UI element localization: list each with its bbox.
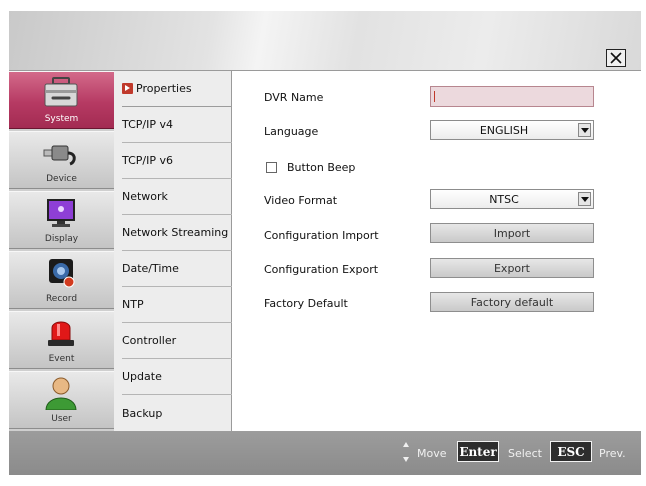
category-rail: System Device Display Record Event User [9, 71, 114, 431]
submenu-item-tcpip-v6[interactable]: TCP/IP v6 [122, 143, 232, 179]
button-beep-checkbox[interactable] [266, 162, 277, 173]
alarm-siren-icon [48, 321, 74, 346]
rail-label-device: Device [46, 174, 77, 184]
esc-key-badge: ESC [550, 441, 592, 462]
submenu-label: Backup [122, 406, 163, 420]
submenu-item-backup[interactable]: Backup [122, 395, 232, 431]
factory-default-button[interactable]: Factory default [430, 292, 594, 312]
submenu-item-date-time[interactable]: Date/Time [122, 251, 232, 287]
language-label: Language [264, 125, 319, 138]
submenu-item-controller[interactable]: Controller [122, 323, 232, 359]
rail-item-record[interactable]: Record [9, 251, 114, 309]
up-down-arrows-icon [403, 442, 409, 462]
rail-item-display[interactable]: Display [9, 191, 114, 249]
prev-hint: Prev. [599, 447, 626, 460]
camera-icon [49, 259, 75, 288]
close-icon [610, 52, 622, 64]
submenu-label: NTP [122, 298, 144, 311]
submenu-label: Properties [136, 82, 192, 95]
language-select[interactable]: ENGLISH [430, 120, 594, 140]
rail-label-record: Record [45, 294, 78, 304]
text-caret [434, 91, 435, 102]
config-import-label: Configuration Import [264, 229, 379, 242]
status-bar: Move Enter Select ESC Prev. [9, 431, 641, 475]
submenu-label: Network Streaming [122, 226, 229, 239]
dropdown-arrow-icon[interactable] [578, 123, 591, 137]
rail-item-device[interactable]: Device [9, 131, 114, 189]
title-bar [9, 11, 641, 71]
rail-label-user: User [51, 414, 72, 424]
properties-panel: DVR Name Language ENGLISH Button Beep Vi… [233, 71, 641, 431]
submenu-label: Date/Time [122, 262, 179, 275]
toolbox-icon [44, 77, 78, 107]
close-button[interactable] [606, 49, 626, 67]
submenu-item-tcpip-v4[interactable]: TCP/IP v4 [122, 107, 232, 143]
submenu-item-properties[interactable]: Properties [122, 71, 232, 107]
submenu-label: Controller [122, 334, 177, 347]
video-format-label: Video Format [264, 194, 338, 207]
submenu-label: Update [122, 370, 162, 383]
submenu-item-update[interactable]: Update [122, 359, 232, 395]
dropdown-arrow-icon[interactable] [578, 192, 591, 206]
usb-plug-icon [43, 145, 76, 166]
submenu: Properties TCP/IP v4 TCP/IP v6 Network N… [114, 71, 232, 431]
language-value: ENGLISH [479, 123, 529, 137]
button-beep-label: Button Beep [287, 161, 356, 174]
dvr-name-field[interactable] [430, 86, 594, 107]
rail-label-event: Event [48, 354, 75, 364]
user-icon [45, 377, 77, 410]
rail-label-display: Display [44, 234, 79, 244]
rail-label-system: System [44, 114, 79, 124]
submenu-label: Network [122, 190, 168, 203]
arrow-right-icon [122, 83, 133, 94]
monitor-icon [47, 199, 75, 227]
video-format-select[interactable]: NTSC [430, 189, 594, 209]
import-button[interactable]: Import [430, 223, 594, 243]
rail-item-event[interactable]: Event [9, 311, 114, 369]
submenu-item-network-streaming[interactable]: Network Streaming [122, 215, 232, 251]
rail-item-system[interactable]: System [9, 71, 114, 129]
config-export-label: Configuration Export [264, 263, 379, 276]
submenu-label: TCP/IP v6 [122, 154, 173, 167]
enter-key-badge: Enter [457, 441, 499, 462]
select-hint: Select [508, 447, 542, 460]
video-format-value: NTSC [489, 192, 519, 206]
move-hint: Move [417, 447, 447, 460]
export-button[interactable]: Export [430, 258, 594, 278]
rail-item-user[interactable]: User [9, 371, 114, 429]
factory-default-label: Factory Default [264, 297, 348, 310]
dvr-name-label: DVR Name [264, 91, 324, 104]
submenu-item-network[interactable]: Network [122, 179, 232, 215]
submenu-label: TCP/IP v4 [122, 118, 173, 131]
submenu-item-ntp[interactable]: NTP [122, 287, 232, 323]
